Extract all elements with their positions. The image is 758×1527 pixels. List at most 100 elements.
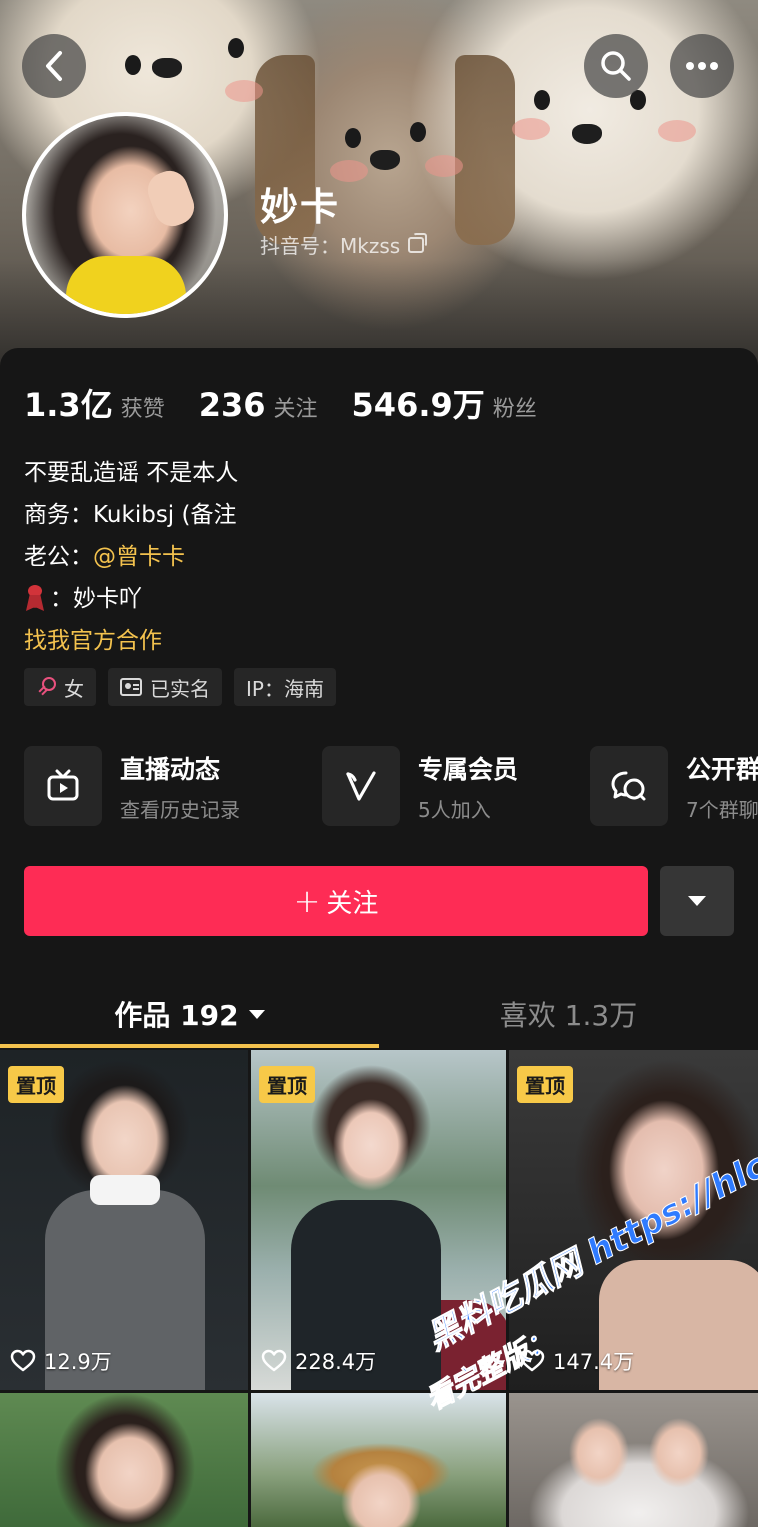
ip-label: IP：海南 (246, 676, 324, 701)
tab-likes-label: 喜欢 1.3万 (499, 999, 638, 1032)
feature-title: 专属会员 (418, 754, 519, 784)
bio-line: 商务：Kukibsj (备注 (24, 502, 237, 528)
official-cooperation-link[interactable]: 找我官方合作 (24, 620, 238, 662)
stat-value: 236 (198, 386, 266, 424)
avatar[interactable] (22, 112, 228, 318)
bio-line: 不要乱造谣 不是本人 (24, 460, 239, 486)
feature-subtitle: 查看历史记录 (120, 797, 240, 822)
chat-icon (611, 771, 646, 801)
chevron-down-icon (688, 896, 706, 906)
feature-membership-icon-box (322, 746, 400, 826)
feature-live-icon-box (24, 746, 102, 826)
active-tab-indicator (0, 1044, 379, 1048)
video-likes: 12.9万 (10, 1346, 112, 1376)
follow-button[interactable]: + 关注 (24, 866, 648, 936)
mention-link[interactable]: @曾卡卡 (93, 536, 185, 578)
video-likes: 147.4万 (519, 1346, 634, 1376)
bio-line: ：妙卡吖 (24, 578, 238, 620)
verified-tag: 已实名 (108, 668, 222, 706)
bio-line: 老公： @曾卡卡 (24, 536, 238, 578)
douyin-id[interactable]: 抖音号：Mkzss (260, 230, 428, 259)
v-icon (346, 771, 376, 801)
heart-icon (519, 1349, 545, 1372)
video-thumbnail[interactable] (509, 1393, 758, 1527)
profile-stats: 1.3亿 获赞 236 关注 546.9万 粉丝 (24, 380, 571, 426)
heart-icon (261, 1349, 287, 1372)
profile-panel: 1.3亿 获赞 236 关注 546.9万 粉丝 不要乱造谣 不是本人 商务：K… (0, 348, 758, 1527)
feature-subtitle: 7个群聊 (686, 797, 758, 822)
banner-dog-eye (410, 122, 426, 142)
profile-tags: 女 已实名 IP：海南 (24, 668, 336, 706)
feature-subtitle: 5人加入 (418, 797, 491, 822)
feature-live[interactable]: 直播动态 查看历史记录 (24, 746, 240, 826)
verified-label: 已实名 (150, 676, 210, 701)
video-thumbnail[interactable]: 置顶 228.4万 (251, 1050, 506, 1390)
stat-value: 1.3亿 (24, 386, 113, 424)
stat-followers[interactable]: 546.9万 粉丝 (352, 380, 537, 426)
tv-icon (47, 769, 79, 801)
stat-likes: 1.3亿 获赞 (24, 380, 165, 426)
feature-group-icon-box (590, 746, 668, 826)
pinned-badge: 置顶 (259, 1066, 315, 1103)
feature-membership[interactable]: 专属会员 5人加入 (322, 746, 518, 826)
avatar-hand (142, 165, 200, 232)
douyin-id-text: 抖音号：Mkzss (260, 234, 401, 258)
video-likes-count: 12.9万 (44, 1350, 112, 1374)
video-likes: 228.4万 (261, 1346, 376, 1376)
video-grid: 置顶 12.9万 置顶 228.4万 置顶 147.4万 (0, 1050, 758, 1527)
plus-icon: + (293, 882, 321, 920)
bio-line-prefix: 老公： (24, 544, 93, 570)
feature-title: 直播动态 (120, 754, 221, 784)
video-likes-count: 147.4万 (553, 1350, 635, 1374)
stat-label: 获赞 (120, 397, 165, 422)
banner-dog-blush (512, 118, 550, 140)
avatar-clothing (66, 256, 186, 314)
ribbon-icon (24, 585, 46, 613)
banner-dog-nose (572, 124, 602, 144)
banner-dog-nose (152, 58, 182, 78)
feature-title: 公开群 (686, 754, 758, 784)
stat-value: 546.9万 (351, 386, 485, 424)
stat-label: 关注 (273, 397, 318, 422)
profile-bio: 不要乱造谣 不是本人 商务：Kukibsj (备注 老公： @曾卡卡 ：妙卡吖 … (24, 452, 238, 662)
pinned-badge: 置顶 (517, 1066, 573, 1103)
banner-dog-eye (125, 55, 141, 75)
bio-line-text: ：妙卡吖 (50, 586, 142, 612)
video-thumbnail[interactable]: 置顶 12.9万 (0, 1050, 248, 1390)
banner-dog-eye (228, 38, 244, 58)
ip-tag: IP：海南 (234, 668, 336, 706)
gender-tag: 女 (24, 668, 96, 706)
banner-dog-blush (658, 120, 696, 142)
pinned-badge: 置顶 (8, 1066, 64, 1103)
female-icon (36, 677, 56, 697)
content-tabs: 作品 192 喜欢 1.3万 (0, 978, 758, 1050)
more-dots-icon (686, 62, 718, 70)
chevron-left-icon (46, 51, 62, 81)
tab-works[interactable]: 作品 192 (0, 978, 379, 1050)
search-button[interactable] (584, 34, 648, 98)
banner-dog-blush (425, 155, 463, 177)
search-icon (601, 51, 631, 81)
feature-membership-text: 专属会员 5人加入 (418, 750, 518, 823)
stat-following[interactable]: 236 关注 (199, 386, 318, 424)
back-button[interactable] (22, 34, 86, 98)
feature-entries: 直播动态 查看历史记录 专属会员 5人加入 公开群 7个群聊 (24, 746, 758, 826)
feature-group[interactable]: 公开群 7个群聊 (590, 746, 758, 826)
feature-live-text: 直播动态 查看历史记录 (120, 750, 240, 823)
stat-label: 粉丝 (492, 397, 537, 422)
tab-likes[interactable]: 喜欢 1.3万 (379, 978, 758, 1050)
banner-dog-blush (225, 80, 263, 102)
copy-icon[interactable] (408, 232, 428, 253)
heart-icon (10, 1349, 36, 1372)
recommend-dropdown-button[interactable] (660, 866, 734, 936)
banner-dog-eye (345, 128, 361, 148)
follow-label: 关注 (326, 888, 379, 919)
banner-illustration-hair (455, 55, 515, 245)
gender-label: 女 (64, 676, 84, 701)
more-options-button[interactable] (670, 34, 734, 98)
banner-dog-eye (534, 90, 550, 110)
video-thumbnail[interactable]: 置顶 147.4万 (509, 1050, 758, 1390)
video-thumbnail[interactable] (251, 1393, 506, 1527)
video-thumbnail[interactable] (0, 1393, 248, 1527)
banner-dog-nose (370, 150, 400, 170)
